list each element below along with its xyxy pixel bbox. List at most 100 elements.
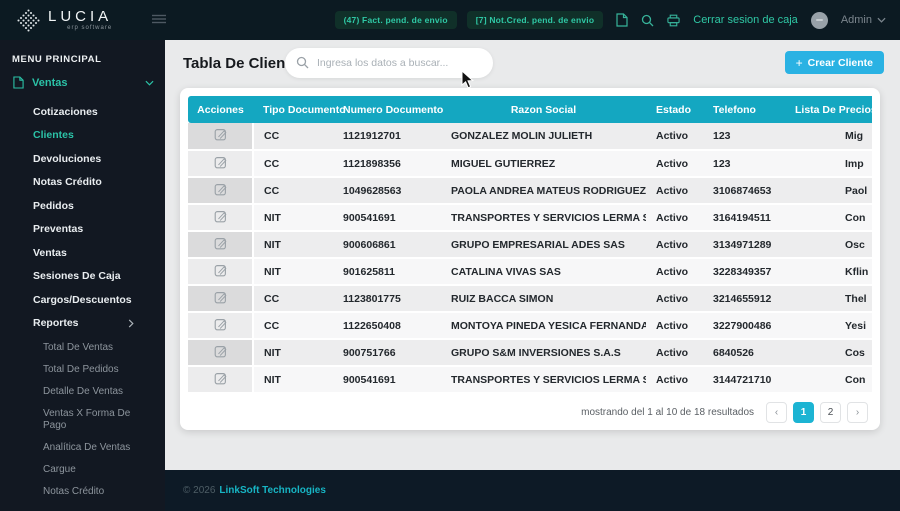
sidebar-item-label: Cargos/Descuentos [33,293,132,306]
sidebar-item-label: Preventas [33,223,84,236]
sidebar-item-label: Sesiones De Caja [33,270,121,283]
lista-precios-cell: Osc [787,231,872,259]
page-buttons: 12 [793,402,841,423]
create-client-label: Crear Cliente [807,56,873,69]
razon-social-cell: GRUPO EMPRESARIAL ADES SAS [441,231,646,259]
column-header-telefono: Telefono [703,96,787,123]
sidebar-item-notas-crédito[interactable]: Notas Crédito [0,171,165,195]
sidebar-item-sesiones-de-caja[interactable]: Sesiones De Caja [0,265,165,289]
sidebar-items: Cotizaciones Clientes Devoluciones Notas… [0,100,165,335]
page-button-1[interactable]: 1 [793,402,814,423]
lista-precios-cell: Mig [787,123,872,151]
edit-icon [214,237,226,249]
edit-icon [214,129,226,141]
table-row: NIT 900541691 TRANSPORTES Y SERVICIOS LE… [188,204,872,232]
table-scroll-area[interactable]: Acciones Tipo Documento Numero Documento Ra… [188,96,872,394]
razon-social-cell: PAOLA ANDREA MATEUS RODRIGUEZ Asf Asfas [441,177,646,205]
estado-cell: Activo [646,204,703,232]
telefono-cell: 3228349357 [703,258,787,286]
clients-table: Acciones Tipo Documento Numero Documento Ra… [188,96,872,394]
telefono-cell: 3106874653 [703,177,787,205]
brand-name: LUCIA [48,8,113,25]
document-icon[interactable] [616,13,628,27]
sidebar-item-ventas-parent[interactable]: Ventas [0,69,165,96]
sidebar-item-preventas[interactable]: Preventas [0,218,165,242]
edit-action-cell[interactable] [188,258,254,286]
sidebar-report-item-label: Ventas X Forma De Pago [43,408,131,431]
lista-precios-cell: Imp [787,150,872,178]
pagination: mostrando del 1 al 10 de 18 resultados ‹… [188,402,872,423]
sidebar-item-clientes[interactable]: Clientes [0,124,165,148]
sidebar-report-item-analítica-de-ventas[interactable]: Analítica De Ventas [0,437,165,459]
tipo-documento-cell: NIT [253,258,333,286]
search-icon[interactable] [641,14,654,27]
avatar[interactable] [810,11,828,29]
sidebar-report-item-total-de-ventas[interactable]: Total De Ventas [0,337,165,359]
table-row: CC 1123801775 RUIZ BACCA SIMON Activo 32… [188,285,872,313]
estado-cell: Activo [646,177,703,205]
hamburger-menu-icon[interactable] [152,11,168,29]
telefono-cell: 3227900486 [703,312,787,340]
edit-action-cell[interactable] [188,339,254,367]
sidebar-report-item-detalle-de-ventas[interactable]: Detalle De Ventas [0,381,165,403]
estado-cell: Activo [646,312,703,340]
sidebar-item-reportes[interactable]: Reportes [0,312,165,336]
tipo-documento-cell: CC [253,150,333,178]
create-client-button[interactable]: + Crear Cliente [784,51,884,74]
pending-invoices-badge[interactable]: (47) Fact. pend. de envio [334,11,457,29]
telefono-cell: 3134971289 [703,231,787,259]
tipo-documento-cell: NIT [253,339,333,367]
footer-brand-link[interactable]: LinkSoft Technologies [219,485,325,496]
estado-cell: Activo [646,366,703,394]
sidebar-item-cotizaciones[interactable]: Cotizaciones [0,100,165,124]
sidebar-report-item-cargue[interactable]: Cargue [0,459,165,481]
sidebar-item-devoluciones[interactable]: Devoluciones [0,147,165,171]
search-input[interactable] [285,48,493,78]
razon-social-cell: GRUPO S&M INVERSIONES S.A.S [441,339,646,367]
edit-action-cell[interactable] [188,312,254,340]
sidebar-item-ventas[interactable]: Ventas [0,241,165,265]
edit-icon [214,264,226,276]
user-menu[interactable]: Admin [841,14,886,26]
numero-documento-cell: 1121898356 [333,150,441,178]
razon-social-cell: GONZALEZ MOLIN JULIETH [441,123,646,151]
sidebar-report-item-label: Detalle De Ventas [43,386,124,397]
column-header-acciones: Acciones [188,96,253,123]
pending-credit-notes-badge[interactable]: [7] Not.Cred. pend. de envio [466,11,604,29]
table-row: NIT 900606861 GRUPO EMPRESARIAL ADES SAS… [188,231,872,259]
sidebar-report-item-label: Cargue [43,464,76,475]
table-row: CC 1049628563 PAOLA ANDREA MATEUS RODRIG… [188,177,872,205]
printer-icon[interactable] [667,14,680,27]
page-button-2[interactable]: 2 [820,402,841,423]
numero-documento-cell: 1122650408 [333,312,441,340]
next-page-button[interactable]: › [847,402,868,423]
search-icon [296,56,309,74]
sidebar-report-item-notas-crédito[interactable]: Notas Crédito [0,481,165,503]
edit-action-cell[interactable] [188,204,254,232]
topbar-badges: (47) Fact. pend. de envio [7] Not.Cred. p… [334,11,604,29]
razon-social-cell: TRANSPORTES Y SERVICIOS LERMA SAS [441,204,646,232]
edit-icon [214,345,226,357]
previous-page-button[interactable]: ‹ [766,402,787,423]
sidebar-item-cargos-descuentos[interactable]: Cargos/Descuentos [0,288,165,312]
edit-action-cell[interactable] [188,150,254,178]
edit-action-cell[interactable] [188,366,254,394]
sidebar-report-item-total-de-pedidos[interactable]: Total De Pedidos [0,359,165,381]
edit-action-cell[interactable] [188,177,254,205]
estado-cell: Activo [646,150,703,178]
edit-icon [214,291,226,303]
edit-icon [214,156,226,168]
telefono-cell: 3144721710 [703,366,787,394]
close-cash-session-button[interactable]: Cerrar sesion de caja [693,14,798,26]
sidebar-report-item-ventas-x-forma-de-pago[interactable]: Ventas X Forma De Pago [0,403,165,437]
estado-cell: Activo [646,231,703,259]
edit-action-cell[interactable] [188,285,254,313]
numero-documento-cell: 900541691 [333,366,441,394]
main-content: Tabla De Clientes + Crear Cliente Accion… [165,40,900,470]
edit-icon [214,318,226,330]
sidebar-item-pedidos[interactable]: Pedidos [0,194,165,218]
edit-action-cell[interactable] [188,123,254,151]
edit-action-cell[interactable] [188,231,254,259]
topbar-actions: (47) Fact. pend. de envio [7] Not.Cred. p… [334,11,900,29]
column-header-razon-social: Razon Social [441,96,646,123]
